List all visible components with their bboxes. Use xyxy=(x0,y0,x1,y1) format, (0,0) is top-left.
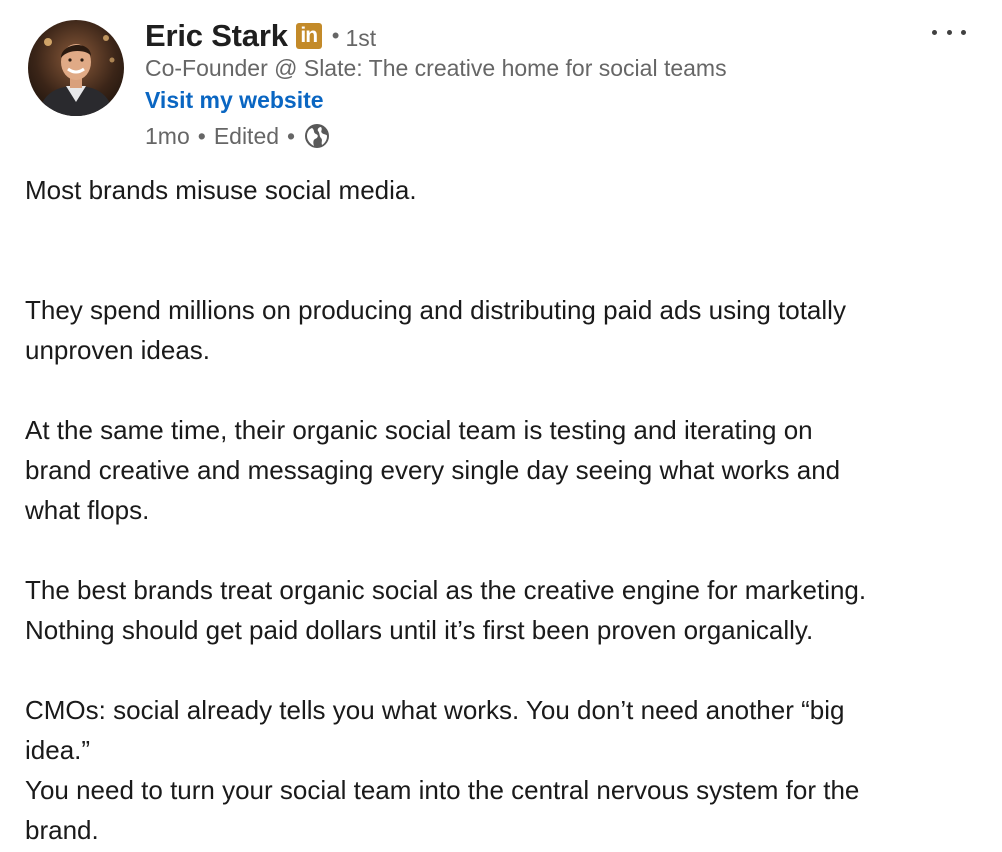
visit-website-link[interactable]: Visit my website xyxy=(145,84,324,116)
more-dot xyxy=(961,29,966,35)
edited-label: Edited xyxy=(213,122,280,149)
connection-degree: 1st xyxy=(345,24,377,51)
post-paragraph: At the same time, their organic social t… xyxy=(25,415,841,525)
name-row: Eric Stark in • 1st xyxy=(145,16,727,56)
linkedin-premium-icon: in xyxy=(295,23,322,49)
author-headline: Co-Founder @ Slate: The creative home fo… xyxy=(145,55,727,81)
author-name[interactable]: Eric Stark xyxy=(145,18,288,54)
separator-dot: • xyxy=(287,122,296,149)
more-options-button[interactable] xyxy=(932,20,966,44)
avatar[interactable] xyxy=(28,20,124,116)
post-body: Most brands misuse social media. They sp… xyxy=(25,170,985,850)
post-paragraph: They spend millions on producing and dis… xyxy=(25,295,846,365)
post-meta: 1mo • Edited • xyxy=(145,119,727,153)
globe-icon xyxy=(303,122,331,150)
separator-dot: • xyxy=(197,122,206,149)
post-paragraph: CMOs: social already tells you what work… xyxy=(25,695,860,845)
more-dot xyxy=(946,29,952,35)
post-paragraph: Most brands misuse social media. xyxy=(25,175,417,205)
avatar-photo xyxy=(28,20,124,116)
linkedin-post: Eric Stark in • 1st Co-Founder @ Slate: … xyxy=(0,0,1002,852)
post-header: Eric Stark in • 1st Co-Founder @ Slate: … xyxy=(145,16,727,153)
post-time[interactable]: 1mo xyxy=(145,123,190,150)
post-paragraph: The best brands treat organic social as … xyxy=(25,575,867,645)
more-dot xyxy=(932,29,937,35)
separator-dot: • xyxy=(331,23,340,48)
